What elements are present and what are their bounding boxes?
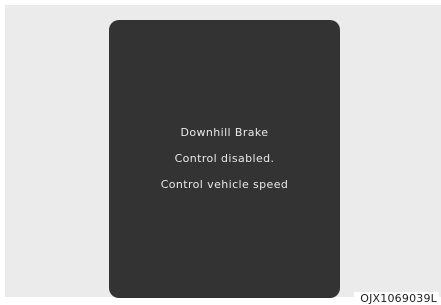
figure-code-label: OJX1069039L [354, 292, 439, 305]
message-line-2: Control disabled. [174, 152, 275, 165]
message-line-1: Downhill Brake [180, 126, 269, 139]
message-line-3: Control vehicle speed [160, 178, 289, 191]
cluster-display-screen: Downhill Brake Control disabled. Control… [109, 20, 340, 298]
warning-message: Downhill Brake Control disabled. Control… [161, 120, 289, 198]
